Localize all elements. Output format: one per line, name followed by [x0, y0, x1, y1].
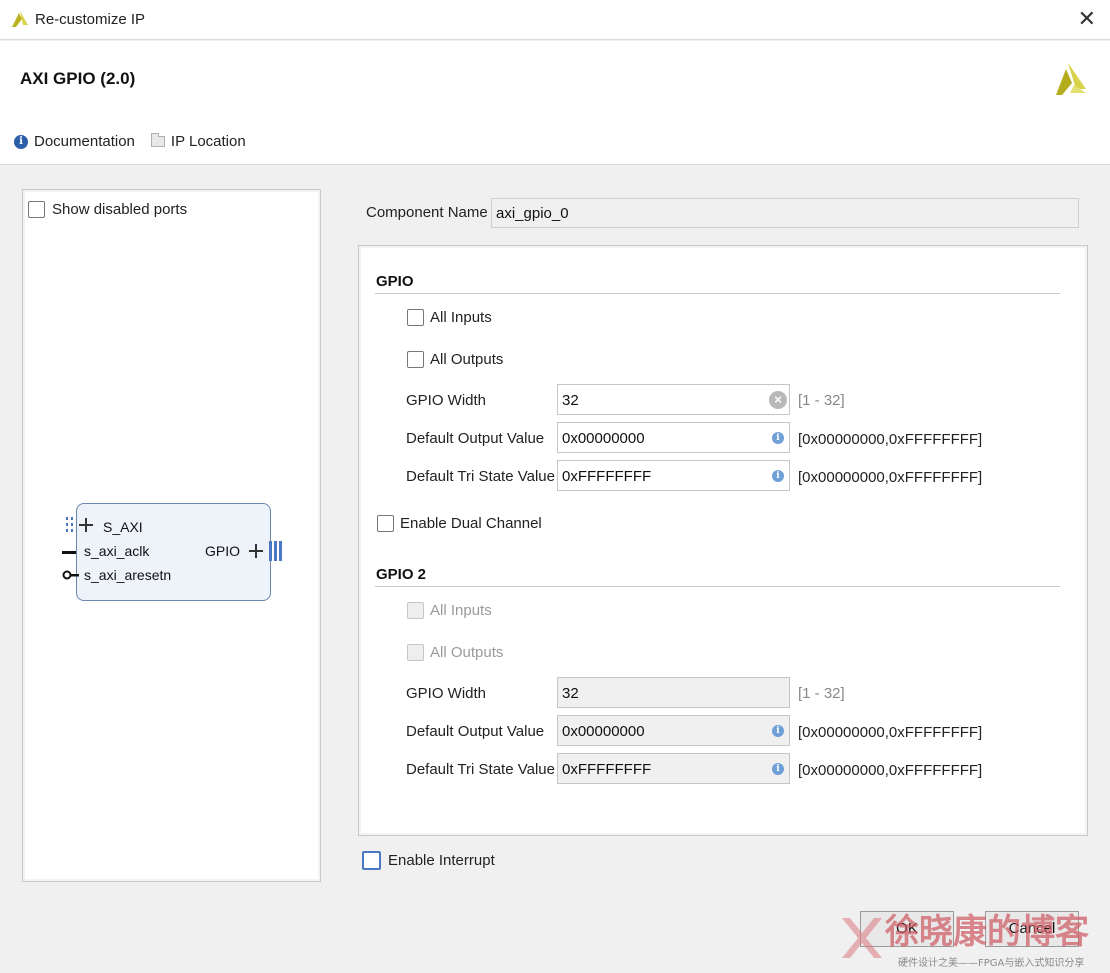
settings-panel: GPIO All Inputs All Outputs GPIO Width 3… — [358, 245, 1088, 836]
gpio-default-tri-label: Default Tri State Value — [406, 468, 555, 485]
watermark-text: 徐晓康的博客 — [885, 912, 1089, 952]
close-icon[interactable]: ✕ — [1078, 8, 1096, 30]
gpio-all-outputs-label: All Outputs — [430, 351, 504, 368]
ip-header: AXI GPIO (2.0) i Documentation IP Locati… — [0, 41, 1110, 165]
ip-location-label: IP Location — [170, 133, 246, 150]
show-disabled-ports-checkbox[interactable]: Show disabled ports — [28, 201, 187, 218]
gpio-default-output-range: [0x00000000,0xFFFFFFFF] — [798, 431, 983, 448]
enable-dual-channel-checkbox[interactable]: Enable Dual Channel — [377, 515, 542, 532]
port-s-axi: S_AXI — [103, 519, 143, 535]
gpio-width-value: 32 — [562, 392, 579, 409]
gpio-default-output-value: 0x00000000 — [562, 430, 645, 447]
gpio2-all-outputs-label: All Outputs — [430, 644, 504, 661]
enable-interrupt-checkbox[interactable]: Enable Interrupt — [362, 851, 495, 870]
reset-port-icon — [62, 570, 79, 580]
gpio-bus-icon — [249, 541, 282, 561]
gpio2-all-inputs-checkbox: All Inputs — [407, 602, 492, 619]
gpio-section-divider — [375, 293, 1060, 294]
gpio2-width-range: [1 - 32] — [798, 685, 845, 702]
xilinx-logo-icon — [1056, 63, 1086, 95]
gpio2-default-tri-label: Default Tri State Value — [406, 761, 555, 778]
vivado-logo-icon — [12, 11, 28, 27]
port-gpio: GPIO — [205, 543, 241, 559]
clear-icon[interactable]: × — [769, 391, 787, 409]
gpio2-default-output-value: 0x00000000 — [562, 723, 645, 740]
gpio2-width-value: 32 — [562, 685, 579, 702]
gpio2-width-label: GPIO Width — [406, 685, 487, 702]
show-disabled-ports-label: Show disabled ports — [52, 201, 188, 218]
gpio-all-inputs-checkbox[interactable]: All Inputs — [407, 309, 492, 326]
symbol-panel: Show disabled ports S_AXI s_axi_aclk s_a… — [22, 189, 321, 882]
info-icon: i — [772, 725, 784, 737]
checkbox-box[interactable] — [407, 351, 424, 368]
title-bar: Re-customize IP ✕ — [0, 0, 1110, 40]
gpio2-default-tri-value: 0xFFFFFFFF — [562, 761, 652, 778]
checkbox-box[interactable] — [377, 515, 394, 532]
gpio-default-tri-range: [0x00000000,0xFFFFFFFF] — [798, 469, 983, 486]
gpio2-width-input: 32 — [557, 677, 790, 708]
checkbox-box[interactable] — [407, 309, 424, 326]
gpio2-section-title: GPIO 2 — [376, 566, 427, 583]
checkbox-box[interactable] — [28, 201, 45, 218]
port-s-axi-aresetn: s_axi_aresetn — [84, 567, 172, 583]
gpio2-default-tri-input: 0xFFFFFFFF i — [557, 753, 790, 784]
gpio-default-tri-value: 0xFFFFFFFF — [562, 468, 652, 485]
documentation-link[interactable]: i Documentation — [14, 133, 135, 150]
gpio-default-tri-input[interactable]: 0xFFFFFFFF i — [557, 460, 790, 491]
component-name-label: Component Name — [366, 204, 488, 221]
info-icon: i — [772, 470, 784, 482]
gpio-all-inputs-label: All Inputs — [430, 309, 492, 326]
gpio2-default-output-range: [0x00000000,0xFFFFFFFF] — [798, 724, 983, 741]
gpio2-default-output-input: 0x00000000 i — [557, 715, 790, 746]
checkbox-box — [407, 602, 424, 619]
info-icon: i — [14, 134, 28, 149]
gpio-width-input[interactable]: 32 × — [557, 384, 790, 415]
info-icon: i — [772, 763, 784, 775]
component-name-field[interactable]: axi_gpio_0 — [491, 198, 1079, 228]
ip-location-link[interactable]: IP Location — [150, 133, 246, 150]
header-links: i Documentation IP Location — [14, 133, 262, 150]
checkbox-box — [407, 644, 424, 661]
gpio2-section-divider — [375, 586, 1060, 587]
folder-icon — [150, 133, 165, 147]
gpio-section-title: GPIO — [376, 273, 414, 290]
watermark-logo-icon — [842, 918, 882, 958]
clk-port-line — [62, 551, 76, 554]
enable-dual-channel-label: Enable Dual Channel — [400, 515, 542, 532]
gpio-all-outputs-checkbox[interactable]: All Outputs — [407, 351, 503, 368]
gpio2-default-output-label: Default Output Value — [406, 723, 545, 740]
checkbox-box[interactable] — [362, 851, 381, 870]
ip-title: AXI GPIO (2.0) — [20, 69, 136, 88]
port-s-axi-aclk: s_axi_aclk — [84, 543, 150, 559]
gpio-default-output-input[interactable]: 0x00000000 i — [557, 422, 790, 453]
gpio2-default-tri-range: [0x00000000,0xFFFFFFFF] — [798, 762, 983, 779]
info-icon: i — [772, 432, 784, 444]
gpio2-all-outputs-checkbox: All Outputs — [407, 644, 503, 661]
documentation-label: Documentation — [34, 133, 135, 150]
gpio2-all-inputs-label: All Inputs — [430, 602, 492, 619]
gpio-width-label: GPIO Width — [406, 392, 487, 409]
enable-interrupt-label: Enable Interrupt — [388, 852, 495, 869]
watermark-subtext: 硬件设计之美——FPGA与嵌入式知识分享 — [898, 958, 1085, 969]
gpio-default-output-label: Default Output Value — [406, 430, 545, 447]
gpio-width-range: [1 - 32] — [798, 392, 845, 409]
window-title: Re-customize IP — [35, 11, 146, 28]
bus-plus-icon — [66, 517, 93, 532]
